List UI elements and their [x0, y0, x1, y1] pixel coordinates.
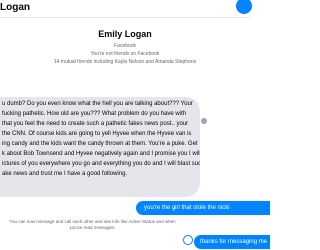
notice-line: you've read messages. — [69, 225, 116, 230]
message-line: k about Bob Townsend and Hyvee negativel… — [2, 151, 200, 157]
message-line: that you feel the need to create such a … — [2, 121, 189, 127]
conversation-header: Logan — [0, 0, 252, 18]
message-line: the CNN. Of course kids are going to yel… — [2, 131, 192, 137]
mutual-friends: 14 mutual friends including Kayla Nelson… — [53, 59, 197, 65]
connection-notice: You can now message and call each other … — [0, 219, 185, 231]
message-line: ake news and trust me I have a good foll… — [2, 171, 128, 177]
seen-avatar — [201, 118, 207, 124]
message-line: u dumb? Do you even know what the hell y… — [2, 101, 193, 107]
profile-name[interactable]: Emily Logan — [0, 29, 250, 39]
info-icon[interactable] — [236, 0, 252, 14]
message-line: ing candy and the kids want the candy th… — [2, 141, 198, 147]
profile-platform: Facebook — [114, 43, 136, 49]
friend-status: You're not friends on Facebook — [90, 51, 160, 57]
outgoing-message: thanks for messaging me — [194, 235, 270, 249]
incoming-message: u dumb? Do you even know what the hell y… — [0, 97, 200, 197]
profile-card: Emily Logan Facebook You're not friends … — [0, 29, 250, 66]
conversation-title[interactable]: Logan — [0, 2, 30, 13]
outgoing-message: you're the girl that stole the nicki — [136, 201, 270, 215]
emoji-icon[interactable] — [183, 235, 193, 245]
message-line: ictures of you everywhere you go and eve… — [2, 161, 200, 167]
message-line: fucking pathetic. How old are you??? Wha… — [2, 111, 187, 117]
